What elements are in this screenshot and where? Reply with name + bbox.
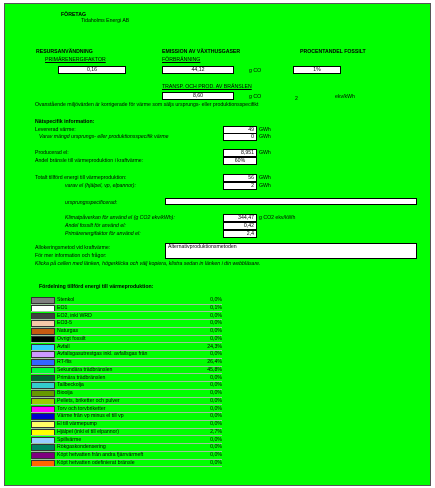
origin-specified-label: ursprungsspecificerad: — [65, 200, 118, 206]
climate-impact-label: Klimatpåverkan för använd el (g CO2 ekv/… — [65, 215, 175, 221]
link-hint: Klicka på cellen med länken, högerklicka… — [35, 261, 261, 267]
el-used-label: varav el (hjälpel, vp, elpannor): — [65, 183, 136, 189]
legend-row: Naturgas 0,0% — [31, 328, 222, 336]
delivered-heat-unit: GWh — [259, 127, 271, 133]
allocation-label: Allokeringsmetod vid kraftvärme: — [35, 245, 111, 251]
sold-heat-value[interactable]: 0 — [223, 133, 257, 141]
allocation-method-field[interactable]: Alternativproduktionsmetoden — [165, 243, 417, 259]
produced-el-label: Producerad el: — [35, 150, 69, 156]
total-supplied-unit: GWh — [259, 175, 271, 181]
fuel-share-value[interactable]: 60% — [223, 157, 257, 165]
origin-specified-field[interactable] — [165, 198, 417, 205]
correction-note: Ovanstående miljövärden är korrigerade f… — [35, 102, 259, 108]
legend-row: El till värmepump 0,0% — [31, 421, 222, 429]
legend-row: Primära trädbränslen 0,0% — [31, 374, 222, 383]
report-sheet: FÖRETAG Tidaholms Energi AB RESURSANVÄND… — [4, 3, 431, 486]
company-name: Tidaholms Energi AB — [81, 18, 130, 24]
primary-energy-factor-label: PRIMÄRENERGIFAKTOR — [45, 57, 106, 63]
more-info-label: För mer information och frågor: — [35, 253, 107, 259]
legend-row: Köpt hetvatten odefinierat bränsle 0,0% — [31, 459, 222, 468]
legend-row: Avfallsgasutrestgas inkl. avfallsgas frå… — [31, 351, 222, 359]
distribution-heading: Fördelning tillförd energi till värmepro… — [39, 284, 154, 290]
el-used-unit: GWh — [259, 183, 271, 189]
el-used-value[interactable]: 2 — [223, 182, 257, 190]
co2-subscript: 2 — [295, 96, 298, 102]
primary-energy-factor-value[interactable]: 0,16 — [58, 66, 126, 74]
legend-row: EO2, inkl WRD 0,0% — [31, 312, 222, 321]
fossil-value[interactable]: 1% — [293, 66, 341, 74]
prim-el-label: Primärenergifaktor för använd el: — [65, 231, 141, 237]
climate-impact-value[interactable]: 344,47 — [223, 214, 257, 222]
fuel-share-label: Andel bränsle till värmeproduktion i kra… — [35, 158, 144, 164]
combustion-value[interactable]: 44,12 — [162, 66, 234, 74]
legend-row: Sekundära trädbränslen 45,8% — [31, 366, 222, 375]
legend-row: Övrigt fossilt 0,0% — [31, 335, 222, 344]
legend-row: Köpt hetvatten från andra fjärrvärmeft 0,… — [31, 452, 222, 460]
legend-row: RT-flis 26,4% — [31, 359, 222, 367]
produced-el-value[interactable]: 8,951 — [223, 149, 257, 157]
combustion-unit: g CO — [249, 68, 262, 74]
sold-heat-unit: GWh — [259, 134, 271, 140]
delivered-heat-label: Levererad värme: — [35, 127, 76, 133]
sold-heat-label: Varav mängd ursprungs- eller produktions… — [39, 134, 169, 140]
emission-unit-ekv: ekv/kWh — [335, 94, 355, 100]
legend-row: EO3-5 0,0% — [31, 320, 222, 328]
total-supplied-label: Totalt tillförd energi till värmeprodukt… — [35, 175, 127, 181]
legend-row: Spillvärme 0,0% — [31, 436, 222, 445]
net-info-heading: Nätspecifik information: — [35, 119, 95, 125]
total-supplied-value[interactable]: 56 — [223, 174, 257, 182]
legend-row: Rökgaskondensering 0,0% — [31, 444, 222, 452]
legend-row: Värme från vp minus el till vp 0,0% — [31, 413, 222, 421]
transport-unit: g CO — [249, 94, 262, 100]
climate-impact-unit: g CO2 ekv/kWh — [259, 215, 296, 221]
combustion-label: FÖRBRÄNNING — [162, 57, 201, 63]
legend-row: Torv och torvbriketter 0,0% — [31, 405, 222, 414]
fossil-el-label: Andel fossilt för använd el: — [65, 223, 126, 229]
row-separator — [31, 466, 222, 468]
legend-row: Tallbeckolja 0,0% — [31, 382, 222, 390]
emission-heading: EMISSION AV VÄXTHUSGASER — [162, 49, 241, 55]
legend-row: EO1 0,1% — [31, 304, 222, 313]
legend-row: Avfall 24,3% — [31, 343, 222, 352]
resource-heading: RESURSANVÄNDNING — [36, 49, 93, 55]
produced-el-unit: GWh — [259, 150, 271, 156]
legend-row: Bioolja 0,0% — [31, 390, 222, 398]
transport-value[interactable]: 8,60 — [162, 92, 234, 100]
fossil-heading: PROCENTANDEL FOSSILT — [300, 49, 366, 55]
prim-el-value[interactable]: 2,4 — [223, 230, 257, 238]
fossil-el-value[interactable]: 0,42 — [223, 222, 257, 230]
legend-row: Pellets, briketter och pulver 0,0% — [31, 397, 222, 406]
transport-label: TRANSP. OCH PROD. AV BRÄNSLEN — [162, 84, 252, 90]
legend-row: Stenkol 0,0% — [31, 297, 222, 305]
legend-row: Hjälpel (inkl el till elpannor) 2,7% — [31, 428, 222, 437]
